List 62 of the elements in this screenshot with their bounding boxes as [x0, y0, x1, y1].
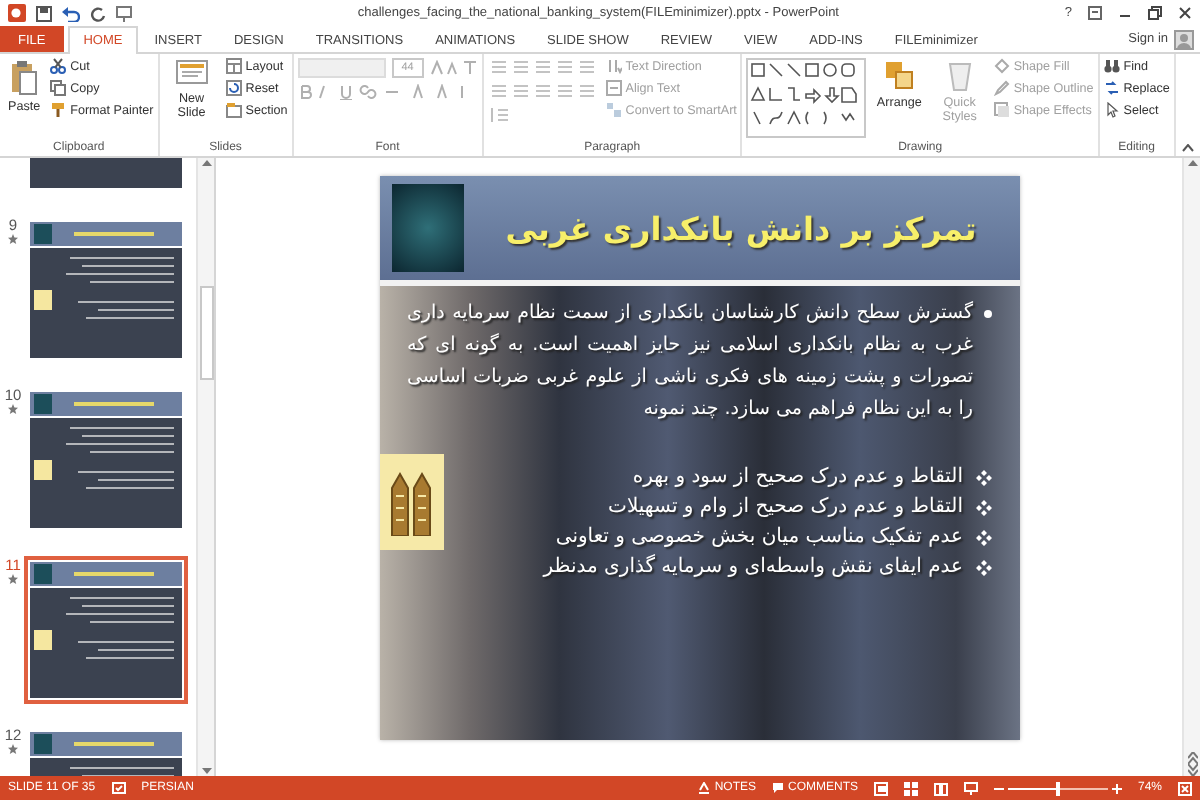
diamond-bullet-icon [975, 469, 991, 485]
start-slideshow-icon[interactable] [116, 5, 132, 21]
layout-icon [225, 58, 242, 74]
redo-icon[interactable] [90, 5, 106, 21]
next-slide-icon[interactable] [1187, 764, 1197, 776]
restore-icon[interactable] [1148, 6, 1162, 20]
calligraphy-logo [391, 184, 463, 272]
star-icon [8, 234, 18, 244]
quick-styles-icon [945, 60, 974, 92]
scroll-up-icon[interactable] [201, 158, 211, 166]
star-icon [8, 404, 18, 414]
align-text-icon [605, 80, 622, 96]
bullet-icon [983, 310, 991, 318]
star-icon [8, 744, 18, 754]
pencil-icon [993, 80, 1010, 96]
arches-drawing [387, 468, 435, 536]
star-icon [8, 574, 18, 584]
shapes-gallery[interactable] [746, 58, 867, 138]
close-icon[interactable] [1178, 6, 1192, 20]
comment-icon [771, 782, 784, 794]
scrollbar-thumb[interactable] [199, 286, 213, 380]
text-direction-icon [605, 58, 622, 74]
smartart-icon [605, 102, 622, 118]
copy-icon [50, 80, 67, 96]
spelling-check-icon[interactable] [111, 781, 126, 795]
paintbrush-icon [50, 102, 67, 118]
scroll-up-icon[interactable] [1187, 158, 1197, 166]
diamond-bullet-icon [975, 559, 991, 575]
reset-icon [225, 80, 242, 96]
normal-view-icon[interactable] [873, 781, 888, 795]
user-avatar-icon[interactable] [1174, 29, 1194, 49]
previous-slide-icon[interactable] [1187, 752, 1197, 764]
undo-icon[interactable] [62, 5, 80, 21]
arrange-icon [883, 60, 916, 92]
slide-paragraph[interactable]: گسترش سطح دانش کارشناسان بانکداری از سمت نظام سرمایه داری غرب به نظام بانکداری اسلامی نیز حایز اهمیت است. به گونه ای که تصورات و پشت زمینه های فکری ناشی از علوم غربی ضربات اساسی را به این نظام فراهم می سازد. چند نمونه [407, 298, 973, 426]
bullet-text[interactable]: التقاط و عدم درک صحیح از وام و تسهیلات [608, 496, 963, 518]
binoculars-icon [1103, 58, 1120, 74]
shape-effects-icon [993, 102, 1010, 118]
paste-icon [10, 60, 39, 96]
save-icon[interactable] [36, 5, 52, 21]
slideshow-icon[interactable] [963, 781, 978, 795]
bullet-text[interactable]: التقاط و عدم درک صحیح از سود و بهره [632, 466, 963, 488]
bullet-text[interactable]: عدم ایفای نقش واسطه‌ای و سرمایه گذاری مدنظر [543, 556, 963, 578]
diamond-bullet-icon [975, 529, 991, 545]
cursor-icon [1103, 102, 1120, 118]
notes-icon [698, 782, 711, 794]
reading-view-icon[interactable] [933, 781, 948, 795]
section-icon [225, 102, 242, 118]
paint-bucket-icon [993, 58, 1010, 74]
slide-sorter-icon[interactable] [903, 781, 918, 795]
ribbon-display-icon[interactable] [1088, 6, 1102, 20]
zoom-out-icon[interactable] [993, 783, 1004, 793]
bullet-text[interactable]: عدم تفکیک مناسب میان بخش خصوصی و تعاونی [555, 526, 963, 548]
diamond-bullet-icon [975, 499, 991, 515]
scissors-icon [50, 58, 67, 74]
zoom-slider-thumb[interactable] [1055, 781, 1060, 795]
collapse-ribbon-icon[interactable] [1182, 144, 1194, 152]
new-slide-icon [175, 60, 208, 88]
fit-to-window-icon[interactable] [1178, 781, 1192, 795]
zoom-in-icon[interactable] [1111, 783, 1122, 793]
powerpoint-logo-icon[interactable] [8, 4, 26, 22]
replace-icon [1103, 80, 1120, 96]
